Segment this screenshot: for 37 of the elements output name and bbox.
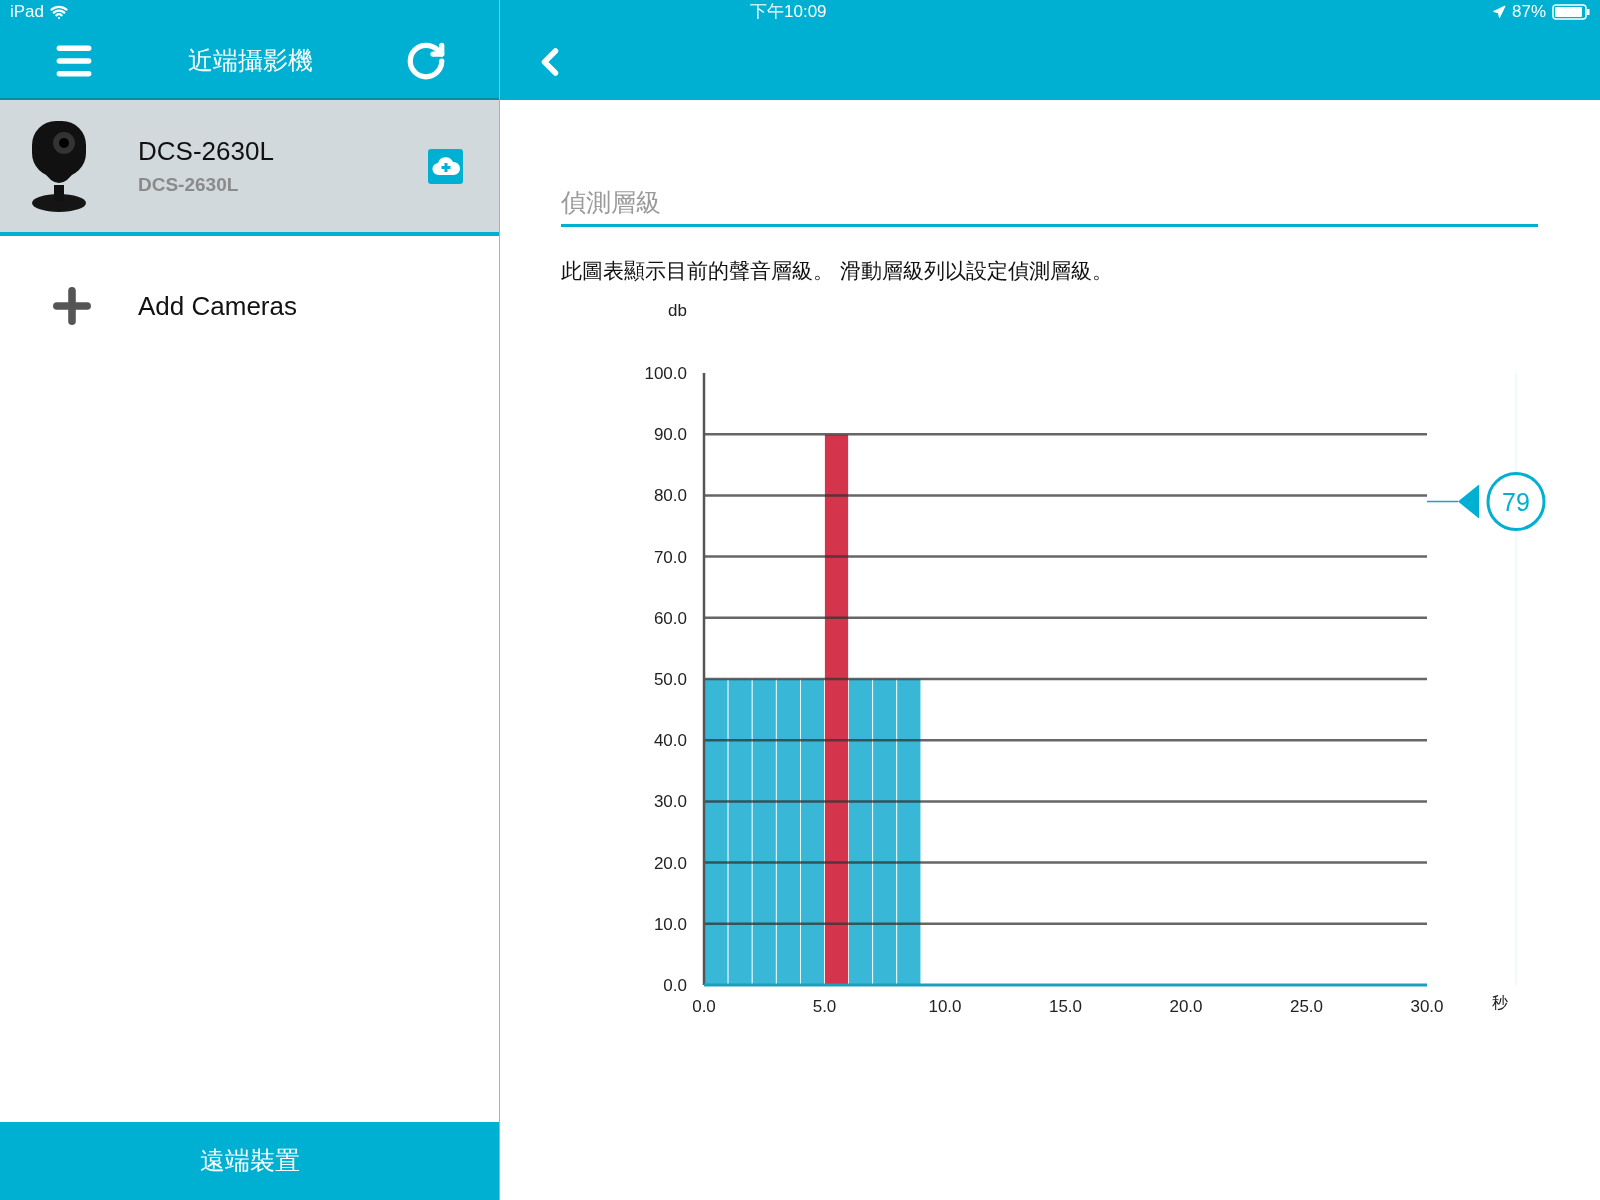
tick-label: 100.0 [644,364,687,383]
header-title: 近端攝影機 [188,45,313,77]
tick-label: 80.0 [653,486,687,506]
refresh-icon[interactable] [405,40,447,82]
tick-label: 90.0 [653,425,687,445]
tick-label: 20.0 [1169,997,1203,1016]
tick-label: 0.0 [692,997,716,1016]
wifi-icon [50,3,69,21]
tick-label: 70.0 [653,547,687,567]
device-name: iPad [10,1,45,24]
slider-thumb[interactable] [1458,472,1546,531]
battery-percent: 87% [1511,1,1546,24]
tick-label: 10.0 [928,997,962,1016]
tick-label: 60.0 [653,608,687,628]
tick-label: 20.0 [653,853,687,873]
camera-name: DCS-2630L [138,135,274,169]
slider-value: 79 [1502,487,1530,516]
cloud-add-icon[interactable] [428,148,463,184]
status-time: 下午10:09 [750,1,827,24]
location-icon [1491,5,1506,19]
tick-label: 50.0 [653,670,687,689]
tick-label: 0.0 [663,976,687,995]
add-cameras-button[interactable]: Add Cameras [0,236,499,376]
axis-label: 秒 [1492,994,1508,1011]
tick-label: 5.0 [812,997,837,1016]
axis-label: db [668,301,687,320]
tick-label: 25.0 [1289,997,1324,1016]
section-title: 偵測層級 [561,188,661,216]
tick-label: 40.0 [653,731,687,751]
description-text: 此圖表顯示目前的聲音層級。 滑動層級列以設定偵測層級。 [561,257,1114,284]
tick-label: 30.0 [1410,997,1444,1016]
tick-label: 15.0 [1048,997,1083,1016]
camera-list-item[interactable]: DCS-2630L DCS-2630L [0,100,499,236]
camera-model: DCS-2630L [138,173,240,198]
tick-label: 10.0 [653,914,687,934]
tick-label: 30.0 [653,792,687,812]
battery-icon [1552,4,1590,20]
